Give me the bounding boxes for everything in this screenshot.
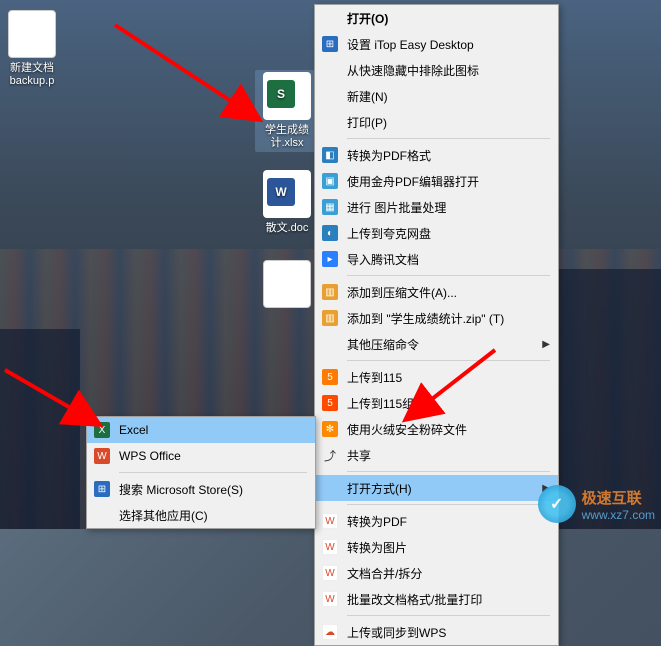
chevron-right-icon: ▶ — [542, 339, 550, 350]
menu-upload-kuake[interactable]: ◐ 上传到夸克网盘 — [315, 220, 558, 246]
submenu-choose-other-app[interactable]: 选择其他应用(C) — [87, 502, 315, 528]
menu-print[interactable]: 打印(P) — [315, 109, 558, 135]
menu-label: 从快速隐藏中排除此图标 — [347, 62, 550, 79]
menu-label: 上传或同步到WPS — [347, 624, 550, 641]
open-with-submenu: X Excel W WPS Office ⊞ 搜索 Microsoft Stor… — [86, 416, 316, 529]
menu-import-tencent-docs[interactable]: ▸ 导入腾讯文档 — [315, 246, 558, 272]
menu-label: 转换为图片 — [347, 539, 550, 556]
menu-exclude-quickhide[interactable]: 从快速隐藏中排除此图标 — [315, 57, 558, 83]
wps-cloud-icon: ☁ — [321, 623, 339, 641]
itop-icon: ⊞ — [321, 35, 339, 53]
menu-label: 进行 图片批量处理 — [347, 199, 550, 216]
wps-icon: W — [321, 590, 339, 608]
wps-icon: W — [93, 447, 111, 465]
menu-add-to-named-zip[interactable]: ▥ 添加到 "学生成绩统计.zip" (T) — [315, 305, 558, 331]
menu-label: 上传到夸克网盘 — [347, 225, 550, 242]
menu-label: 设置 iTop Easy Desktop — [347, 36, 550, 53]
menu-label: 打开方式(H) — [347, 480, 542, 497]
menu-label: 导入腾讯文档 — [347, 251, 550, 268]
pdf-icon: ◧ — [321, 146, 339, 164]
wps-icon: W — [321, 564, 339, 582]
menu-wps-batch[interactable]: W 批量改文档格式/批量打印 — [315, 586, 558, 612]
annotation-arrow — [395, 345, 515, 435]
menu-label: 转换为PDF — [347, 513, 550, 530]
ms-store-icon: ⊞ — [93, 480, 111, 498]
desktop-file-backup[interactable]: 新建文档 backup.p — [0, 10, 64, 88]
blank-icon — [321, 335, 339, 353]
menu-label: 选择其他应用(C) — [119, 507, 307, 524]
kuake-icon: ◐ — [321, 224, 339, 242]
menu-wps-merge-split[interactable]: W 文档合并/拆分 — [315, 560, 558, 586]
wps-icon: W — [321, 538, 339, 556]
menu-itop-desktop[interactable]: ⊞ 设置 iTop Easy Desktop — [315, 31, 558, 57]
watermark-logo-icon: ✓ — [538, 485, 576, 523]
submenu-search-ms-store[interactable]: ⊞ 搜索 Microsoft Store(S) — [87, 476, 315, 502]
wps-icon: W — [321, 512, 339, 530]
menu-separator — [119, 472, 307, 473]
menu-open-with[interactable]: 打开方式(H) ▶ — [315, 475, 558, 501]
menu-separator — [347, 504, 550, 505]
blank-icon — [321, 61, 339, 79]
huorong-icon: ✻ — [321, 420, 339, 438]
archive-icon: ▥ — [321, 309, 339, 327]
share-icon: ⤴ — [321, 446, 339, 464]
menu-add-to-archive[interactable]: ▥ 添加到压缩文件(A)... — [315, 279, 558, 305]
document-icon: W — [263, 170, 311, 218]
menu-label: 批量改文档格式/批量打印 — [347, 591, 550, 608]
menu-wps-convert-pdf[interactable]: W 转换为PDF — [315, 508, 558, 534]
archive-icon: ▥ — [321, 283, 339, 301]
menu-label: 添加到压缩文件(A)... — [347, 284, 550, 301]
blank-icon — [321, 87, 339, 105]
page-icon — [263, 260, 311, 308]
menu-label: 添加到 "学生成绩统计.zip" (T) — [347, 310, 550, 327]
menu-label: 使用金舟PDF编辑器打开 — [347, 173, 550, 190]
menu-label: Excel — [119, 423, 307, 437]
menu-label: 打印(P) — [347, 114, 550, 131]
menu-label: 文档合并/拆分 — [347, 565, 550, 582]
menu-share[interactable]: ⤴ 共享 — [315, 442, 558, 468]
annotation-arrow — [0, 365, 120, 445]
blank-icon — [321, 113, 339, 131]
menu-label: 新建(N) — [347, 88, 550, 105]
file-label: 散文.doc — [255, 222, 319, 235]
image-batch-icon: ▦ — [321, 198, 339, 216]
watermark-text: 极速互联 www.xz7.com — [582, 487, 655, 522]
menu-label: WPS Office — [119, 449, 307, 463]
menu-jinzhou-pdf[interactable]: ▣ 使用金舟PDF编辑器打开 — [315, 168, 558, 194]
blank-icon — [321, 9, 339, 27]
menu-label: 搜索 Microsoft Store(S) — [119, 481, 307, 498]
tencent-docs-icon: ▸ — [321, 250, 339, 268]
menu-label: 共享 — [347, 447, 550, 464]
file-label: 新建文档 backup.p — [0, 62, 64, 88]
desktop-file-doc[interactable]: W 散文.doc — [255, 170, 319, 235]
watermark-brand: 极速互联 — [582, 487, 655, 508]
menu-label: 转换为PDF格式 — [347, 147, 550, 164]
jz-pdf-icon: ▣ — [321, 172, 339, 190]
menu-separator — [347, 275, 550, 276]
submenu-excel[interactable]: X Excel — [87, 417, 315, 443]
page-icon — [8, 10, 56, 58]
menu-wps-sync[interactable]: ☁ 上传或同步到WPS — [315, 619, 558, 645]
menu-separator — [347, 471, 550, 472]
115-group-icon: 5 — [321, 394, 339, 412]
blank-icon — [321, 479, 339, 497]
menu-wps-convert-image[interactable]: W 转换为图片 — [315, 534, 558, 560]
desktop-file-blank[interactable] — [255, 260, 319, 312]
menu-open[interactable]: 打开(O) — [315, 5, 558, 31]
115-icon: 5 — [321, 368, 339, 386]
menu-separator — [347, 615, 550, 616]
menu-convert-pdf[interactable]: ◧ 转换为PDF格式 — [315, 142, 558, 168]
menu-image-batch[interactable]: ▦ 进行 图片批量处理 — [315, 194, 558, 220]
blank-icon — [93, 506, 111, 524]
menu-separator — [347, 138, 550, 139]
watermark-url: www.xz7.com — [582, 508, 655, 522]
annotation-arrow — [110, 20, 310, 150]
watermark: ✓ 极速互联 www.xz7.com — [538, 485, 655, 523]
submenu-wps-office[interactable]: W WPS Office — [87, 443, 315, 469]
menu-new[interactable]: 新建(N) — [315, 83, 558, 109]
menu-label: 打开(O) — [347, 10, 550, 27]
context-menu: 打开(O) ⊞ 设置 iTop Easy Desktop 从快速隐藏中排除此图标… — [314, 4, 559, 646]
